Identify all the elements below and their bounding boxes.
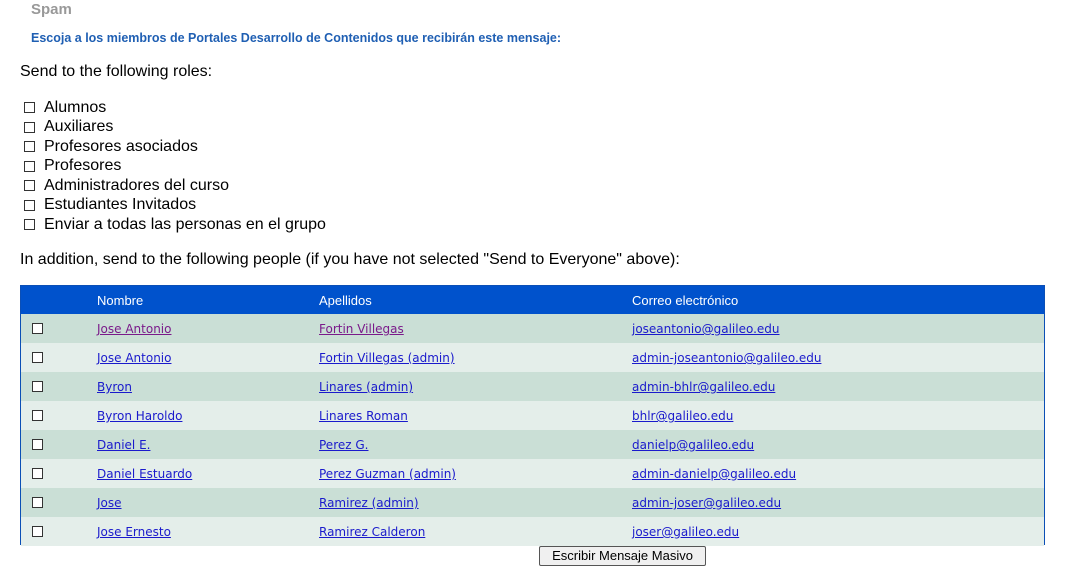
instruction-text: Escoja a los miembros de Portales Desarr… (31, 31, 562, 45)
role-list: Alumnos Auxiliares Profesores asociados … (24, 98, 326, 235)
column-header-apellidos: Apellidos (319, 293, 372, 308)
role-item-profesores[interactable]: Profesores (24, 157, 326, 177)
nombre-link[interactable]: Daniel E. (97, 438, 150, 452)
table-row: Jose Antonio Fortin Villegas (admin) adm… (21, 343, 1044, 372)
role-label: Estudiantes Invitados (44, 196, 197, 214)
apellidos-link[interactable]: Linares Roman (319, 409, 408, 423)
page-title: Spam (31, 1, 72, 18)
correo-link[interactable]: joseantonio@galileo.edu (632, 322, 780, 336)
role-checkbox[interactable] (24, 102, 35, 114)
table-row: Daniel E. Perez G. danielp@galileo.edu (21, 430, 1044, 459)
apellidos-link[interactable]: Ramirez Calderon (319, 525, 425, 539)
role-label: Alumnos (44, 98, 107, 116)
table-row: Byron Haroldo Linares Roman bhlr@galileo… (21, 401, 1044, 430)
role-label: Administradores del curso (44, 176, 229, 194)
role-checkbox[interactable] (24, 160, 35, 172)
column-header-nombre: Nombre (97, 293, 144, 308)
row-checkbox[interactable] (32, 323, 43, 334)
nombre-link[interactable]: Jose Antonio (97, 322, 171, 336)
table-row: Jose Ramirez (admin) admin-joser@galileo… (21, 488, 1044, 517)
row-checkbox[interactable] (32, 410, 43, 421)
people-table: Nombre Apellidos Correo electrónico Jose… (20, 285, 1045, 546)
role-item-enviar-a-todos[interactable]: Enviar a todas las personas en el grupo (24, 215, 326, 235)
role-label: Auxiliares (44, 118, 114, 136)
role-label: Enviar a todas las personas en el grupo (44, 215, 326, 233)
apellidos-link[interactable]: Fortin Villegas (319, 322, 404, 336)
role-label: Profesores asociados (44, 137, 198, 155)
apellidos-link[interactable]: Perez Guzman (admin) (319, 467, 456, 481)
table-row: Jose Antonio Fortin Villegas joseantonio… (21, 314, 1044, 343)
role-checkbox[interactable] (24, 180, 35, 192)
nombre-link[interactable]: Byron Haroldo (97, 409, 182, 423)
send-mass-message-button[interactable]: Escribir Mensaje Masivo (539, 546, 706, 566)
row-checkbox[interactable] (32, 352, 43, 363)
roles-heading: Send to the following roles: (20, 63, 213, 80)
nombre-link[interactable]: Jose Ernesto (97, 525, 171, 539)
correo-link[interactable]: bhlr@galileo.edu (632, 409, 733, 423)
apellidos-link[interactable]: Fortin Villegas (admin) (319, 351, 455, 365)
role-checkbox[interactable] (24, 121, 35, 133)
role-item-auxiliares[interactable]: Auxiliares (24, 118, 326, 138)
apellidos-link[interactable]: Ramirez (admin) (319, 496, 419, 510)
apellidos-link[interactable]: Perez G. (319, 438, 368, 452)
role-checkbox[interactable] (24, 199, 35, 211)
correo-link[interactable]: admin-joser@galileo.edu (632, 496, 781, 510)
role-item-administradores[interactable]: Administradores del curso (24, 176, 326, 196)
nombre-link[interactable]: Jose Antonio (97, 351, 171, 365)
table-row: Daniel Estuardo Perez Guzman (admin) adm… (21, 459, 1044, 488)
role-item-estudiantes-invitados[interactable]: Estudiantes Invitados (24, 196, 326, 216)
correo-link[interactable]: admin-joseantonio@galileo.edu (632, 351, 821, 365)
correo-link[interactable]: joser@galileo.edu (632, 525, 739, 539)
role-checkbox[interactable] (24, 141, 35, 153)
people-heading: In addition, send to the following peopl… (20, 251, 680, 268)
correo-link[interactable]: admin-bhlr@galileo.edu (632, 380, 775, 394)
correo-link[interactable]: admin-danielp@galileo.edu (632, 467, 796, 481)
role-checkbox[interactable] (24, 219, 35, 231)
role-label: Profesores (44, 157, 122, 175)
apellidos-link[interactable]: Linares (admin) (319, 380, 413, 394)
row-checkbox[interactable] (32, 439, 43, 450)
role-item-alumnos[interactable]: Alumnos (24, 98, 326, 118)
row-checkbox[interactable] (32, 526, 43, 537)
nombre-link[interactable]: Byron (97, 380, 132, 394)
row-checkbox[interactable] (32, 381, 43, 392)
column-header-correo: Correo electrónico (632, 293, 739, 308)
table-row: Byron Linares (admin) admin-bhlr@galileo… (21, 372, 1044, 401)
role-item-profesores-asociados[interactable]: Profesores asociados (24, 137, 326, 157)
nombre-link[interactable]: Jose (97, 496, 122, 510)
row-checkbox[interactable] (32, 468, 43, 479)
row-checkbox[interactable] (32, 497, 43, 508)
table-row: Jose Ernesto Ramirez Calderon joser@gali… (21, 517, 1044, 546)
correo-link[interactable]: danielp@galileo.edu (632, 438, 754, 452)
nombre-link[interactable]: Daniel Estuardo (97, 467, 192, 481)
table-header: Nombre Apellidos Correo electrónico (21, 286, 1044, 314)
